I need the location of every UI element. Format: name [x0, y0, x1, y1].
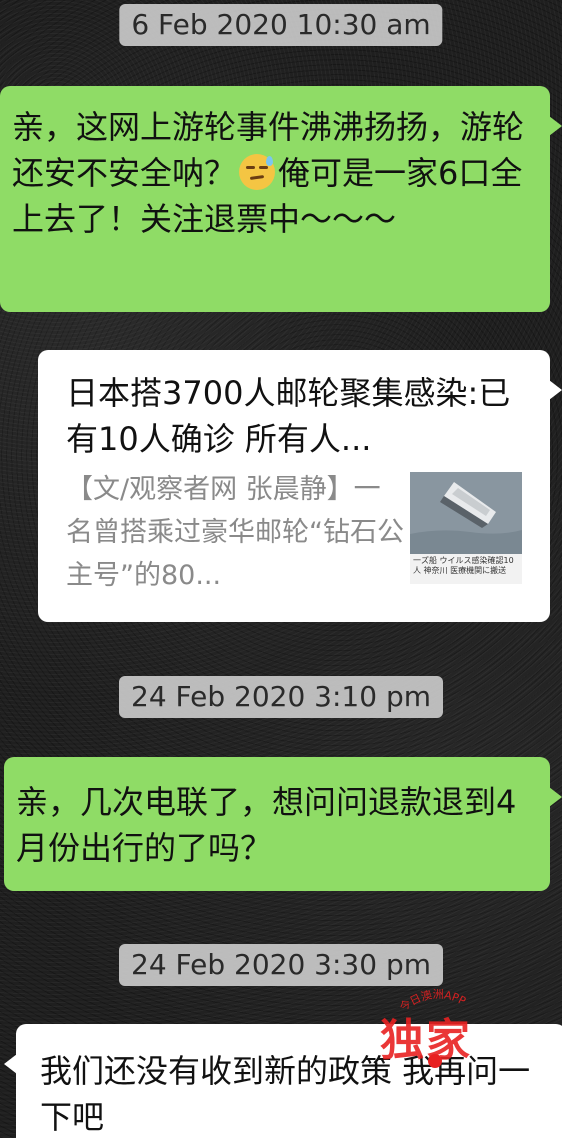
timestamp: 24 Feb 2020 3:10 pm — [119, 676, 443, 718]
watermark-ring-text: 今日澳洲APP — [397, 988, 468, 1014]
link-card-bubble[interactable]: 日本搭3700人邮轮聚集感染:已有10人确诊 所有人... 【文/观察者网 张晨… — [38, 350, 562, 622]
timestamp: 24 Feb 2020 3:30 pm — [119, 944, 443, 986]
link-card-description: 【文/观察者网 张晨静】一名曾搭乘过豪华邮轮“钻石公主号”的80... — [66, 474, 404, 591]
message-text: 亲，几次电联了，想问问退款退到4月份出行的了吗？ — [16, 783, 517, 867]
outgoing-message-bubble[interactable]: 亲，这网上游轮事件沸沸扬扬，游轮还安不安全呐？ 俺可是一家6口全上去了！关注退票中… — [0, 86, 562, 312]
message-text: 亲，这网上游轮事件沸沸扬扬，游轮还安不安全呐？ 俺可是一家6口全上去了！关注退票中… — [12, 108, 525, 238]
svg-text:今日澳洲APP: 今日澳洲APP — [397, 988, 468, 1014]
cruise-ship-image — [410, 472, 522, 554]
link-card-thumbnail: 一ズ船 ウイルス感染確認10人 神奈川 医療機関に搬送 — [410, 472, 522, 584]
timestamp: 6 Feb 2020 10:30 am — [119, 4, 443, 46]
sweat-smile-emoji-icon — [239, 154, 276, 190]
link-card-title: 日本搭3700人邮轮聚集感染:已有10人确诊 所有人... — [66, 374, 511, 458]
message-text: 我们还没有收到新的政策 我再问一下吧 — [40, 1052, 531, 1136]
watermark-ring: 今日澳洲APP — [397, 988, 468, 1014]
outgoing-message-bubble[interactable]: 亲，几次电联了，想问问退款退到4月份出行的了吗？ — [4, 757, 562, 891]
thumbnail-caption: 一ズ船 ウイルス感染確認10人 神奈川 医療機関に搬送 — [410, 554, 522, 584]
incoming-message-bubble[interactable]: 我们还没有收到新的政策 我再问一下吧 — [4, 1024, 562, 1138]
